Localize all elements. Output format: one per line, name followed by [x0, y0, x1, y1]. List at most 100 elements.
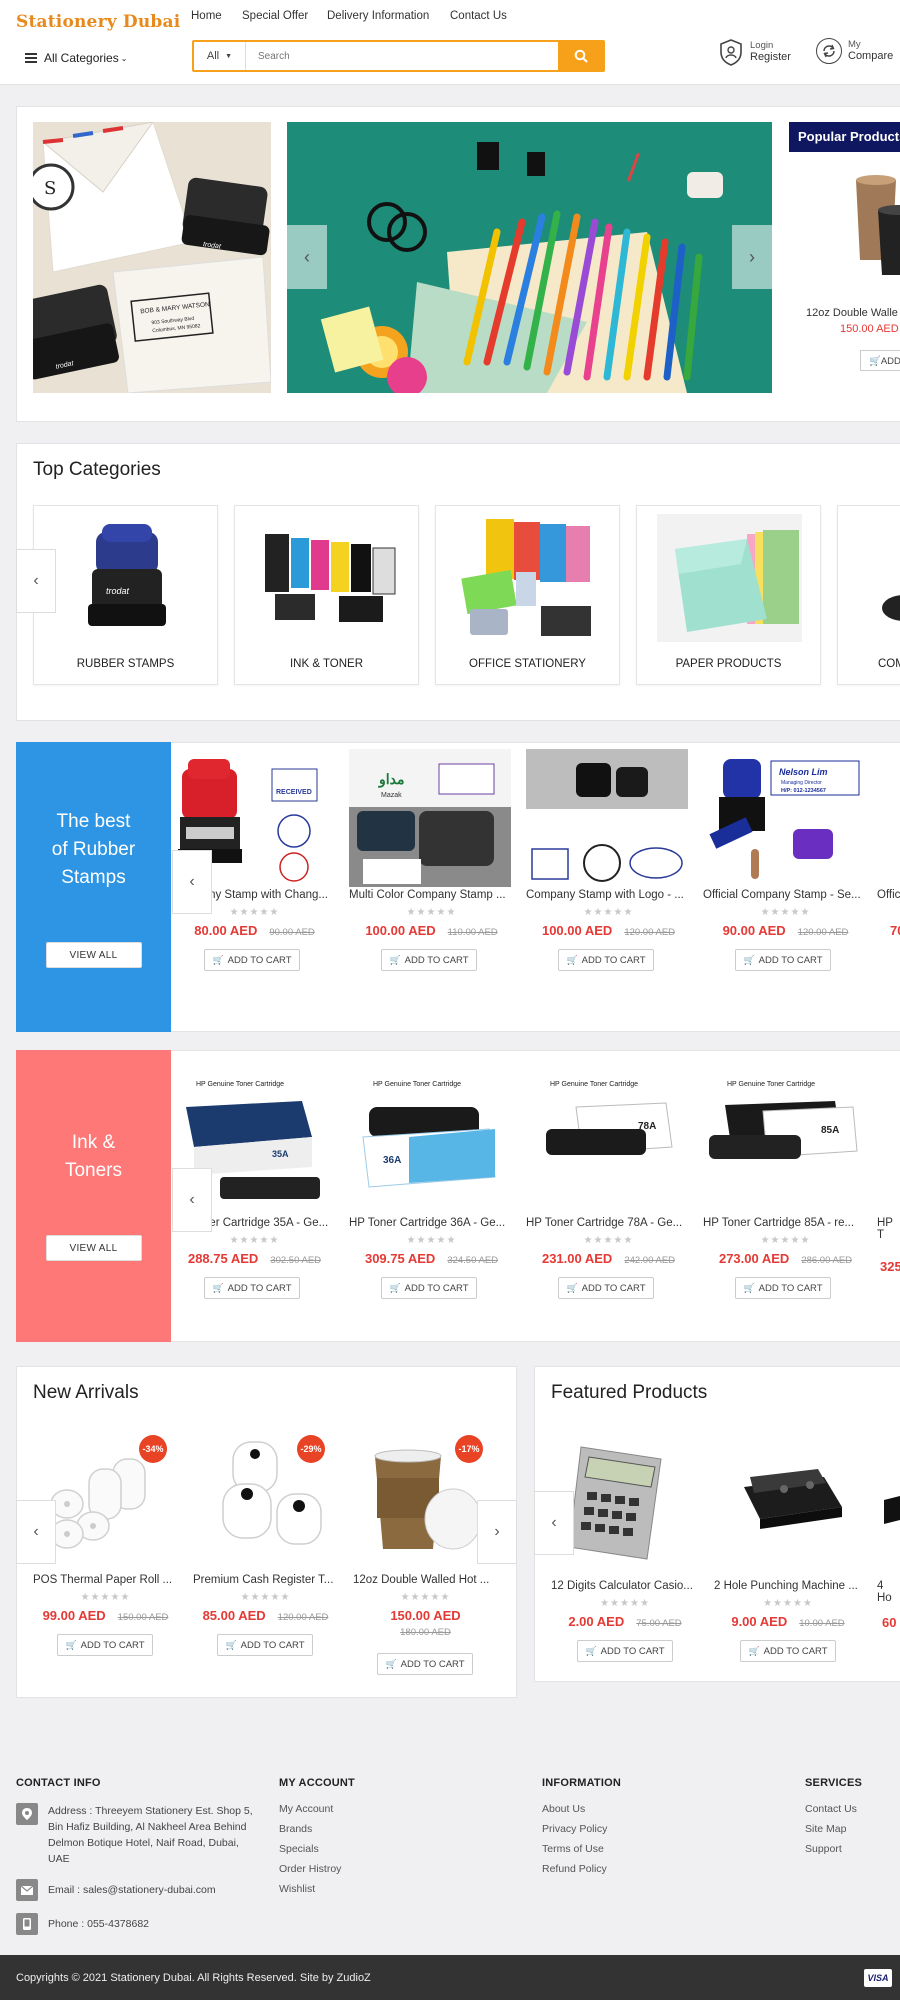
popular-add-to-cart[interactable]: 🛒ADD — [860, 350, 900, 371]
featured-prev-button[interactable]: ‹ — [534, 1491, 574, 1555]
all-categories-menu[interactable]: All Categories ⌄ — [25, 51, 127, 65]
add-to-cart-label: ADD TO CART — [404, 1282, 469, 1294]
footer-link-site-map[interactable]: Site Map — [805, 1823, 862, 1835]
footer-link-refund-policy[interactable]: Refund Policy — [542, 1863, 621, 1875]
add-to-cart-label: ADD TO CART — [581, 1282, 646, 1294]
rating-stars: ★★★★★ — [406, 907, 457, 918]
product-price-partial: 70 — [890, 923, 900, 938]
add-to-cart-button[interactable]: 🛒 ADD TO CART — [735, 949, 831, 971]
price-old: 120.00 AED — [797, 927, 849, 938]
product-name[interactable]: HP Toner Cartridge 78A - Ge... — [526, 1217, 691, 1229]
stamps-prev-button[interactable]: ‹ — [172, 850, 212, 914]
price-old: 180.00 AED — [400, 1627, 451, 1638]
rating-stars: ★★★★★ — [600, 1598, 650, 1609]
nav-delivery-information[interactable]: Delivery Information — [327, 10, 429, 22]
featured-products-title: Featured Products — [551, 1382, 708, 1403]
cart-icon: 🛒 — [225, 1639, 237, 1650]
search-icon — [574, 49, 588, 63]
mazak-text: Mazak — [381, 792, 402, 799]
add-to-cart-button[interactable]: 🛒 ADD TO CART — [377, 1653, 473, 1675]
footer-link-brands[interactable]: Brands — [279, 1823, 355, 1835]
category-rubber-stamps[interactable]: trodat RUBBER STAMPS — [33, 505, 218, 685]
new-arrivals-next-button[interactable]: › — [477, 1500, 517, 1564]
rating-stars: ★★★★★ — [583, 1235, 634, 1246]
computer-accessory-image — [882, 595, 900, 621]
product-name[interactable]: HP Toner Cartridge 36A - Ge... — [349, 1217, 514, 1229]
site-logo[interactable]: Stationery Dubai — [16, 12, 180, 32]
toner-78a-image: HP Genuine Toner Cartridge 78A — [546, 1081, 673, 1155]
slider-prev-button[interactable]: ‹ — [287, 225, 327, 289]
footer-link-my-account[interactable]: My Account — [279, 1803, 355, 1815]
search-category-select[interactable]: All ▼ — [194, 42, 246, 70]
product-name-partial[interactable]: Offic — [877, 889, 900, 901]
compare-link[interactable]: My Compare — [816, 38, 893, 64]
product-name-partial[interactable]: 4 Ho — [877, 1580, 900, 1604]
nav-contact-us[interactable]: Contact Us — [450, 10, 507, 22]
add-to-cart-label: ADD TO CART — [581, 954, 646, 966]
toner-caption: HP Genuine Toner Cartridge — [727, 1081, 815, 1088]
add-to-cart-button[interactable]: 🛒 ADD TO CART — [740, 1640, 836, 1662]
chevron-left-icon: ‹ — [304, 246, 310, 267]
login-register[interactable]: Login Register — [718, 38, 791, 66]
add-to-cart-button[interactable]: 🛒 ADD TO CART — [217, 1634, 313, 1656]
category-ink-toner[interactable]: INK & TONER — [234, 505, 419, 685]
product-name[interactable]: 12oz Double Walled Hot ... — [353, 1574, 498, 1586]
categories-prev-button[interactable]: ‹ — [16, 549, 56, 613]
product-name[interactable]: Multi Color Company Stamp ... — [349, 889, 514, 901]
footer-link-specials[interactable]: Specials — [279, 1843, 355, 1855]
nav-special-offer[interactable]: Special Offer — [242, 10, 308, 22]
hero-slider[interactable]: ‹ › — [287, 122, 772, 393]
search-input[interactable] — [246, 42, 558, 70]
footer-email[interactable]: Email : sales@stationery-dubai.com — [16, 1879, 256, 1901]
add-to-cart-button[interactable]: 🛒 ADD TO CART — [204, 949, 300, 971]
category-computer[interactable]: COM — [837, 505, 900, 685]
price-old: 150.00 AED — [117, 1612, 169, 1623]
footer-link-contact-us[interactable]: Contact Us — [805, 1803, 862, 1815]
footer-link-about-us[interactable]: About Us — [542, 1803, 621, 1815]
add-to-cart-button[interactable]: 🛒 ADD TO CART — [558, 949, 654, 971]
add-to-cart-button[interactable]: 🛒 ADD TO CART — [577, 1640, 673, 1662]
product-name[interactable]: Official Company Stamp - Se... — [703, 889, 868, 901]
add-to-cart-button[interactable]: 🛒 ADD TO CART — [381, 1277, 477, 1299]
product-name[interactable]: Premium Cash Register T... — [193, 1574, 338, 1586]
category-office-stationery[interactable]: OFFICE STATIONERY — [435, 505, 620, 685]
add-to-cart-button[interactable]: 🛒 ADD TO CART — [57, 1634, 153, 1656]
product-name[interactable]: Company Stamp with Logo - ... — [526, 889, 691, 901]
product-name[interactable]: 12 Digits Calculator Casio... — [551, 1580, 699, 1592]
add-to-cart-button[interactable]: 🛒 ADD TO CART — [558, 1277, 654, 1299]
footer-link-support[interactable]: Support — [805, 1843, 862, 1855]
footer-link-wishlist[interactable]: Wishlist — [279, 1883, 355, 1895]
toners-prev-button[interactable]: ‹ — [172, 1168, 212, 1232]
add-to-cart-button[interactable]: 🛒 ADD TO CART — [381, 949, 477, 971]
popular-product-name[interactable]: 12oz Double Walle — [806, 307, 898, 319]
footer-link-privacy-policy[interactable]: Privacy Policy — [542, 1823, 621, 1835]
search-select-value: All — [206, 50, 220, 62]
product-name-partial[interactable]: HP T — [877, 1217, 900, 1241]
add-to-cart-button[interactable]: 🛒 ADD TO CART — [204, 1277, 300, 1299]
price-old: 120.00 AED — [624, 927, 676, 938]
category-paper-products[interactable]: PAPER PRODUCTS — [636, 505, 821, 685]
toner-model: 35A — [272, 1149, 289, 1159]
footer-link-order-history[interactable]: Order Histroy — [279, 1863, 355, 1875]
slider-next-button[interactable]: › — [732, 225, 772, 289]
price-current: 231.00 AED — [541, 1251, 613, 1266]
new-arrivals-prev-button[interactable]: ‹ — [16, 1500, 56, 1564]
product-name[interactable]: POS Thermal Paper Roll ... — [33, 1574, 178, 1586]
category-label: OFFICE STATIONERY — [469, 658, 586, 670]
paper-products-image — [657, 514, 802, 642]
toners-view-all-button[interactable]: VIEW ALL — [45, 1235, 142, 1261]
stamps-banner[interactable]: S BOB & MARY WATSON 903 Southway Blvd Co… — [33, 122, 271, 393]
cart-icon: 🛒 — [869, 356, 881, 367]
product-name[interactable]: HP Toner Cartridge 85A - re... — [703, 1217, 868, 1229]
add-to-cart-label: ADD TO CART — [227, 1282, 292, 1294]
footer-phone[interactable]: Phone : 055-4378682 — [16, 1913, 256, 1935]
nav-home[interactable]: Home — [191, 10, 222, 22]
add-to-cart-button[interactable]: 🛒 ADD TO CART — [735, 1277, 831, 1299]
product-name[interactable]: 2 Hole Punching Machine ... — [714, 1580, 862, 1592]
search-button[interactable] — [558, 42, 603, 70]
register-label: Register — [750, 51, 791, 64]
site-header: Stationery Dubai Home Special Offer Deli… — [0, 0, 900, 85]
footer-link-terms-of-use[interactable]: Terms of Use — [542, 1843, 621, 1855]
stamps-view-all-button[interactable]: VIEW ALL — [45, 942, 142, 968]
popular-product-image[interactable] — [848, 170, 900, 280]
